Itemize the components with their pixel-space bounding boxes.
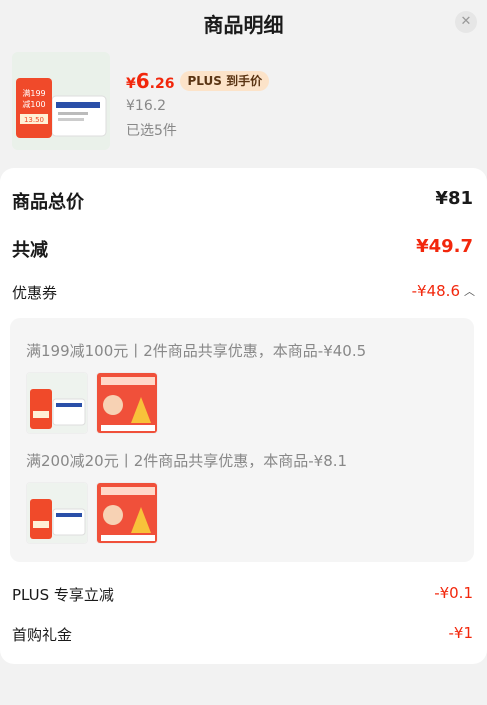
close-icon[interactable]: ✕ [455,11,477,33]
product-image: 满199 减100 13.50 [12,52,110,150]
coupon-item-1: 满199减100元丨2件商品共享优惠，本商品-¥40.5 [26,342,367,360]
price-detail-card: 商品总价 ¥81 共减 ¥49.7 优惠券 -¥48.6 ︿ 满199减100元丨… [0,168,487,664]
coupon-item-2: 满200减20元丨2件商品共享优惠，本商品-¥8.1 [26,452,348,470]
total-price-label: 商品总价 [12,192,84,213]
coupon-value[interactable]: -¥48.6 ︿ [412,282,475,300]
thumb-badge-line2: 减100 [22,99,45,109]
thumb-badge-price: 13.50 [24,116,44,124]
total-discount-label: 共减 [12,240,48,261]
coupon-item-2-products [26,482,158,544]
plus-price-tag: PLUS 到手价 [180,71,270,91]
plus-discount-label: PLUS 专享立减 [12,586,114,604]
total-price-value: ¥81 [435,188,473,209]
coupon-item-1-products [26,372,158,434]
page-title: 商品明细 [203,13,284,37]
plus-price: ¥6.26 [126,69,175,93]
first-purchase-value: -¥1 [448,624,474,642]
thumb-badge-line1: 满199 [22,88,45,98]
product-thumb-cup [26,482,88,544]
product-thumb-cup [26,372,88,434]
chevron-up-icon[interactable]: ︿ [464,283,475,299]
price-row: ¥6.26 PLUS 到手价 [126,68,270,94]
coupon-label: 优惠券 [12,284,58,302]
product-thumb-milk [96,372,158,434]
product-summary: 满199 减100 13.50 ¥6.26 PLUS 到手价 ¥16.2 已选5… [0,44,487,164]
header: 商品明细 ✕ [0,0,487,44]
plus-discount-value: -¥0.1 [434,584,473,602]
product-thumb-milk [96,482,158,544]
coupon-detail-panel: 满199减100元丨2件商品共享优惠，本商品-¥40.5 满200减20元丨2件… [10,318,474,562]
total-discount-value: ¥49.7 [416,236,473,257]
first-purchase-label: 首购礼金 [12,626,73,644]
original-price: ¥16.2 [126,98,167,114]
selected-count: 已选5件 [126,123,177,139]
